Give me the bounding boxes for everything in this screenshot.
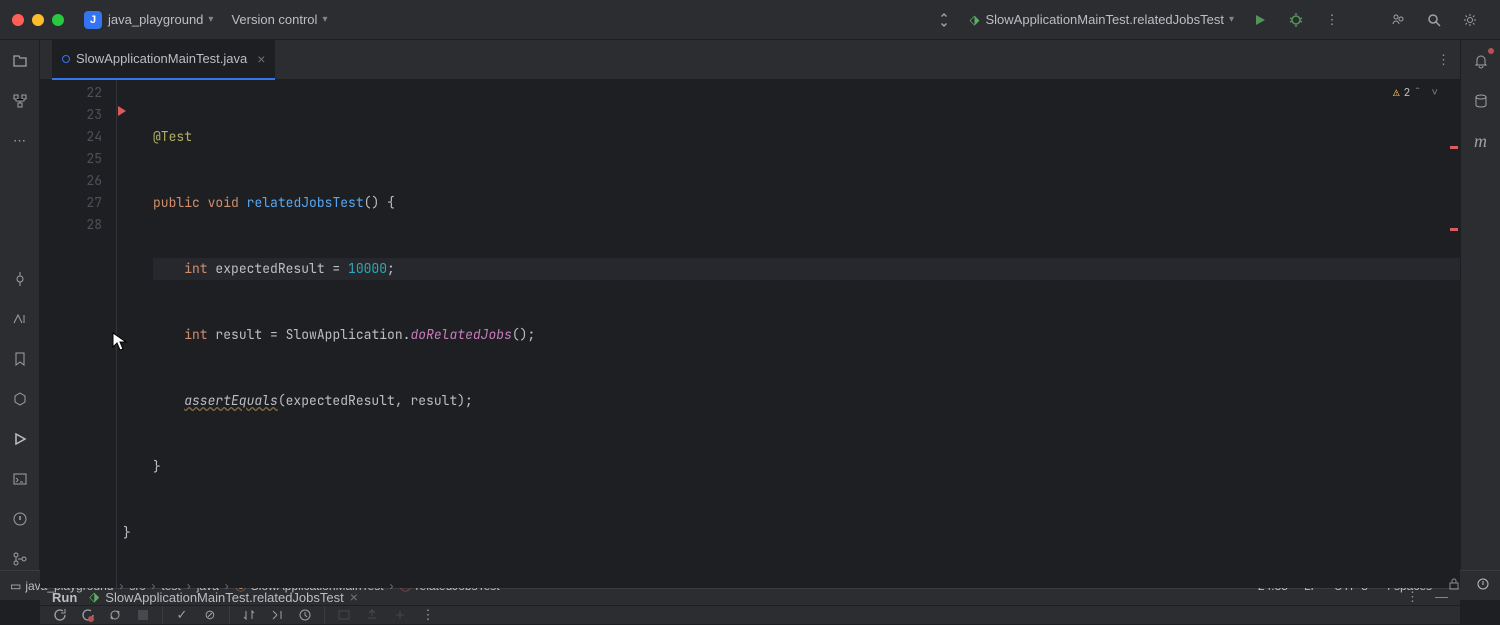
line-number: 22 bbox=[40, 82, 102, 104]
collapse-icon[interactable] bbox=[391, 606, 409, 624]
rerun-auto-icon[interactable] bbox=[106, 606, 124, 624]
commit-tool-icon[interactable] bbox=[9, 268, 31, 290]
expand-icon[interactable] bbox=[268, 606, 286, 624]
tab-menu-icon[interactable]: ⋮ bbox=[1437, 52, 1450, 68]
more-actions-icon[interactable]: ⋮ bbox=[1322, 12, 1342, 28]
rerun-icon[interactable] bbox=[50, 606, 68, 624]
editor-tab-active[interactable]: SlowApplicationMainTest.java × bbox=[52, 40, 275, 80]
inspection-indicator-icon[interactable] bbox=[1476, 577, 1490, 594]
project-selector[interactable]: J java_playground ▾ bbox=[84, 11, 213, 29]
problems-tool-icon[interactable] bbox=[9, 508, 31, 530]
warning-count: 2 bbox=[1404, 86, 1411, 100]
show-passed-icon[interactable]: ✓ bbox=[173, 606, 191, 624]
code-with-me-icon[interactable] bbox=[934, 12, 954, 28]
run-toolbar: ✓ ⊘ ⋮ bbox=[40, 606, 1460, 625]
import-icon[interactable] bbox=[335, 606, 353, 624]
more-tool-icon[interactable]: ⋯ bbox=[9, 130, 31, 152]
line-number: 26 bbox=[40, 170, 102, 192]
editor-tabs: SlowApplicationMainTest.java × ⋮ bbox=[40, 40, 1460, 80]
chevron-right-icon: › bbox=[187, 579, 191, 593]
collab-icon[interactable] bbox=[1388, 12, 1408, 28]
left-tool-rail: ⋯ bbox=[0, 40, 40, 570]
readonly-lock-icon[interactable] bbox=[1448, 578, 1460, 593]
error-mark-icon[interactable] bbox=[1450, 146, 1458, 149]
vcs-menu[interactable]: Version control ▾ bbox=[231, 12, 327, 27]
line-number: 28 bbox=[40, 214, 102, 236]
history-icon[interactable] bbox=[296, 606, 314, 624]
titlebar: J java_playground ▾ Version control ▾ ⬗ … bbox=[0, 0, 1500, 40]
maven-icon[interactable]: m bbox=[1470, 130, 1492, 152]
chevron-right-icon: › bbox=[390, 579, 394, 593]
window-max-icon[interactable] bbox=[52, 14, 64, 26]
chevron-right-icon: › bbox=[151, 579, 155, 593]
line-number: 25 bbox=[40, 148, 102, 170]
warning-icon: ⚠ bbox=[1393, 86, 1400, 100]
run-config-name: SlowApplicationMainTest.relatedJobsTest bbox=[986, 12, 1224, 27]
window-close-icon[interactable] bbox=[12, 14, 24, 26]
right-tool-rail: m bbox=[1460, 40, 1500, 570]
toolbar-more-icon[interactable]: ⋮ bbox=[419, 606, 437, 624]
sort-icon[interactable] bbox=[240, 606, 258, 624]
line-gutter: 22 23 24 25 26 27 28 bbox=[40, 80, 116, 588]
nav-up-down-icon[interactable]: ˆ ˅ bbox=[1414, 86, 1440, 100]
close-icon[interactable]: × bbox=[350, 589, 358, 605]
project-tool-icon[interactable] bbox=[9, 50, 31, 72]
line-number: 27 bbox=[40, 192, 102, 214]
project-badge-icon: J bbox=[84, 11, 102, 29]
run-button[interactable] bbox=[1250, 13, 1270, 27]
git-tool-icon[interactable] bbox=[9, 308, 31, 330]
chevron-right-icon: › bbox=[225, 579, 229, 593]
show-ignored-icon[interactable]: ⊘ bbox=[201, 606, 219, 624]
panel-menu-icon[interactable]: ⋮ bbox=[1406, 589, 1419, 605]
inspection-widget[interactable]: ⚠ 2 ˆ ˅ bbox=[1393, 86, 1440, 100]
gutter-run-failed-icon[interactable] bbox=[116, 103, 128, 125]
chevron-right-icon: › bbox=[119, 579, 123, 593]
notification-dot-icon bbox=[1488, 48, 1494, 54]
export-icon[interactable] bbox=[363, 606, 381, 624]
window-min-icon[interactable] bbox=[32, 14, 44, 26]
vcs-label: Version control bbox=[231, 12, 317, 27]
run-config-selector[interactable]: ⬗ SlowApplicationMainTest.relatedJobsTes… bbox=[970, 12, 1235, 28]
close-icon[interactable]: × bbox=[257, 51, 265, 67]
chevron-down-icon: ▾ bbox=[208, 14, 213, 25]
services-tool-icon[interactable] bbox=[9, 388, 31, 410]
notifications-icon[interactable] bbox=[1470, 50, 1492, 72]
debug-button[interactable] bbox=[1286, 12, 1306, 28]
panel-minimize-icon[interactable]: — bbox=[1435, 589, 1448, 605]
stop-icon[interactable] bbox=[134, 606, 152, 624]
tab-label: SlowApplicationMainTest.java bbox=[76, 51, 247, 66]
code-editor[interactable]: 22 23 24 25 26 27 28 @Test public void r… bbox=[40, 80, 1460, 588]
line-number: 23 bbox=[40, 104, 102, 126]
main-area: ⋯ SlowApplicationM bbox=[0, 40, 1500, 570]
file-type-icon bbox=[62, 55, 70, 63]
chevron-down-icon: ▾ bbox=[322, 14, 327, 25]
chevron-down-icon: ▾ bbox=[1229, 14, 1234, 25]
error-stripe bbox=[1446, 80, 1460, 588]
bookmark-tool-icon[interactable] bbox=[9, 348, 31, 370]
database-icon[interactable] bbox=[1470, 90, 1492, 112]
rerun-failed-icon[interactable] bbox=[78, 606, 96, 624]
vcs-tool-icon[interactable] bbox=[9, 548, 31, 570]
search-icon[interactable] bbox=[1424, 12, 1444, 28]
line-number: 24 bbox=[40, 126, 102, 148]
structure-tool-icon[interactable] bbox=[9, 90, 31, 112]
folder-icon: ▭ bbox=[10, 579, 21, 593]
settings-icon[interactable] bbox=[1460, 12, 1480, 28]
traffic-lights bbox=[12, 14, 64, 26]
error-mark-icon[interactable] bbox=[1450, 228, 1458, 231]
center-column: SlowApplicationMainTest.java × ⋮ 22 23 2… bbox=[40, 40, 1460, 570]
terminal-tool-icon[interactable] bbox=[9, 468, 31, 490]
test-config-icon: ⬗ bbox=[970, 12, 980, 28]
project-name: java_playground bbox=[108, 12, 203, 27]
run-tool-icon[interactable] bbox=[9, 428, 31, 450]
code-area[interactable]: @Test public void relatedJobsTest() { in… bbox=[116, 80, 1460, 588]
